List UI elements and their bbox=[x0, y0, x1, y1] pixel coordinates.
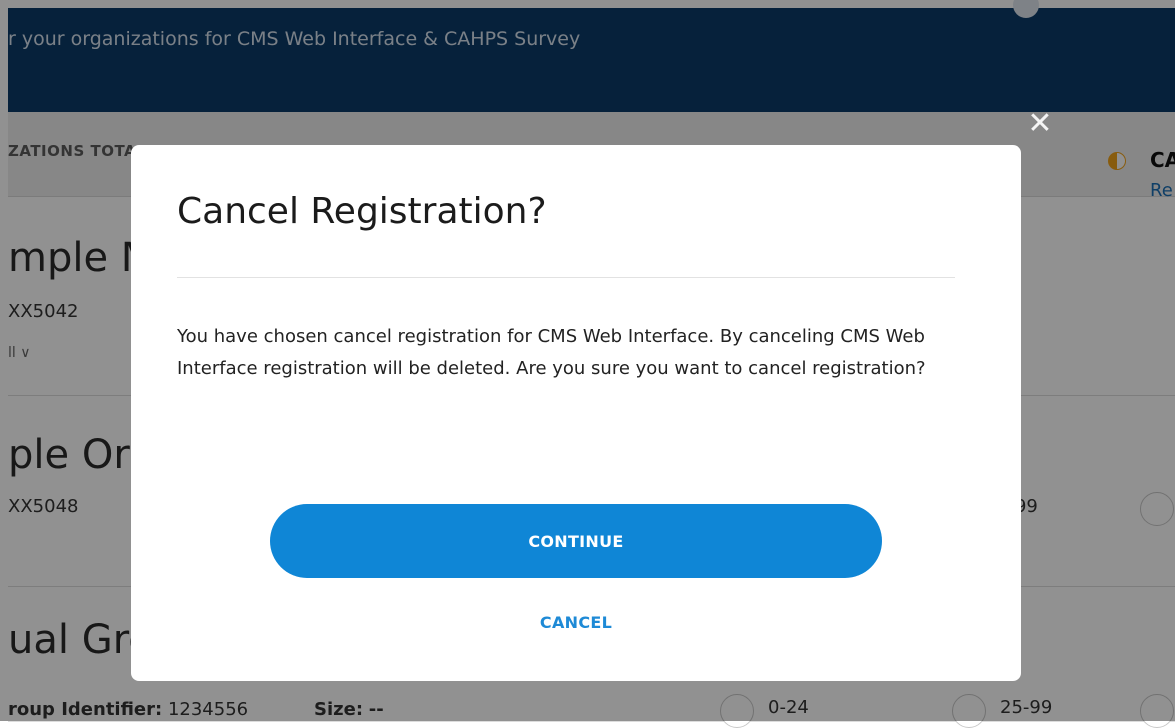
close-icon[interactable]: ✕ bbox=[1026, 109, 1054, 139]
dialog-title: Cancel Registration? bbox=[177, 191, 547, 232]
dialog-divider bbox=[177, 277, 955, 278]
cancel-registration-dialog: Cancel Registration? You have chosen can… bbox=[131, 145, 1021, 681]
dialog-message: You have chosen cancel registration for … bbox=[177, 326, 926, 379]
cancel-button[interactable]: CANCEL bbox=[476, 607, 676, 637]
continue-button[interactable]: CONTINUE bbox=[270, 504, 882, 578]
